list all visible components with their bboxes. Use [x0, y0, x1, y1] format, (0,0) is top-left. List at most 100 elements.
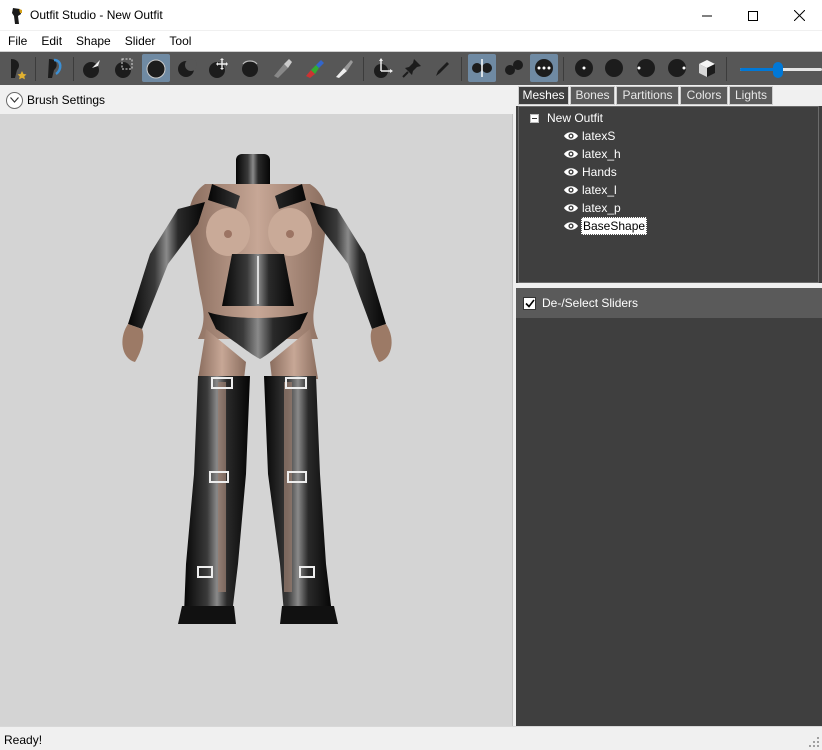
- deflate-tool[interactable]: [172, 54, 200, 82]
- outfit-model-figure: [122, 154, 392, 624]
- mesh-item-label: latex_h: [582, 147, 621, 161]
- cube-icon: [699, 60, 715, 77]
- mesh-item-label: latex_l: [582, 183, 617, 197]
- view-right-button[interactable]: [663, 54, 691, 82]
- tab-bones[interactable]: Bones: [570, 86, 615, 105]
- connected-toggle[interactable]: [500, 54, 528, 82]
- inflate-tool[interactable]: [142, 54, 170, 82]
- view-front-icon: [575, 59, 593, 77]
- color-paint-icon: [306, 60, 324, 78]
- pen-icon: [436, 62, 449, 76]
- tab-colors[interactable]: Colors: [680, 86, 728, 105]
- visibility-eye-icon[interactable]: [563, 148, 579, 160]
- right-panel: Meshes Bones Partitions Colors Lights Ne…: [516, 86, 822, 726]
- visibility-eye-icon[interactable]: [563, 166, 579, 178]
- pen-tool[interactable]: [428, 54, 456, 82]
- minimize-icon: [702, 15, 712, 16]
- window-title: Outfit Studio - New Outfit: [30, 8, 163, 22]
- status-text: Ready!: [4, 733, 43, 747]
- brush-size-slider[interactable]: [740, 62, 822, 78]
- resize-grip-icon[interactable]: [808, 736, 820, 748]
- mesh-tree[interactable]: New Outfit latexS latex_h Hands latex_l …: [518, 106, 819, 283]
- mirror-icon: [472, 59, 492, 77]
- inflate-icon: [146, 59, 166, 79]
- outfit-studio-logo-icon: [12, 8, 22, 24]
- view-back-icon: [605, 59, 623, 77]
- weight-tool[interactable]: [268, 54, 296, 82]
- move-tool[interactable]: [204, 54, 232, 82]
- alpha-tool[interactable]: [330, 54, 358, 82]
- transform-brush-tool[interactable]: [40, 54, 68, 82]
- visibility-eye-icon[interactable]: [563, 184, 579, 196]
- brush-size-slider-thumb[interactable]: [773, 62, 783, 78]
- smooth-tool[interactable]: [236, 54, 264, 82]
- brush-settings-label: Brush Settings: [27, 93, 106, 107]
- tab-meshes[interactable]: Meshes: [518, 86, 569, 105]
- mesh-item-label: BaseShape: [581, 217, 648, 235]
- menu-shape[interactable]: Shape: [69, 31, 118, 51]
- mesh-item-label: Hands: [582, 165, 617, 179]
- maximize-button[interactable]: [730, 0, 776, 31]
- brush-settings-header[interactable]: Brush Settings: [0, 86, 513, 114]
- pivot-tool[interactable]: [398, 54, 426, 82]
- mesh-item[interactable]: latex_l: [563, 181, 618, 199]
- brush-star-icon: [11, 59, 27, 80]
- deflate-icon: [178, 59, 197, 77]
- transform-tool[interactable]: [368, 54, 396, 82]
- select-brush-tool[interactable]: [3, 54, 31, 82]
- select-sliders-checkbox[interactable]: [523, 296, 536, 310]
- menu-file[interactable]: File: [0, 31, 34, 51]
- vertex-toggle[interactable]: [530, 54, 558, 82]
- visibility-eye-icon[interactable]: [563, 220, 579, 232]
- menu-tool[interactable]: Tool: [162, 31, 198, 51]
- view-left-icon: [637, 59, 655, 77]
- tab-partitions[interactable]: Partitions: [616, 86, 679, 105]
- menu-bar: File Edit Shape Slider Tool: [0, 31, 822, 51]
- view-back-button[interactable]: [600, 54, 628, 82]
- axes-transform-icon: [374, 58, 393, 78]
- select-sliders-label: De-/Select Sliders: [542, 296, 639, 310]
- sliders-list[interactable]: [516, 318, 822, 726]
- sliders-header: De-/Select Sliders: [516, 288, 822, 318]
- collapse-toggle[interactable]: [530, 113, 539, 123]
- view-front-button[interactable]: [570, 54, 598, 82]
- connected-icon: [505, 60, 523, 75]
- tab-lights[interactable]: Lights: [729, 86, 773, 105]
- x-mirror-toggle[interactable]: [468, 54, 496, 82]
- close-button[interactable]: [776, 0, 822, 31]
- mesh-item[interactable]: latex_p: [563, 199, 622, 217]
- visibility-eye-icon[interactable]: [563, 130, 579, 142]
- mesh-item-label: latex_p: [582, 201, 621, 215]
- checkmark-icon: [524, 299, 535, 308]
- smooth-icon: [242, 60, 258, 77]
- mask-tool[interactable]: [110, 54, 138, 82]
- view-right-icon: [668, 59, 686, 77]
- brush-curve-icon: [48, 58, 62, 78]
- maximize-icon: [748, 10, 758, 21]
- tab-bar: Meshes Bones Partitions Colors Lights: [516, 86, 822, 106]
- mesh-item[interactable]: latexS: [563, 127, 616, 145]
- mesh-item-selected[interactable]: BaseShape: [563, 217, 648, 235]
- mesh-item[interactable]: Hands: [563, 163, 618, 181]
- vertex-dots-icon: [535, 59, 553, 77]
- menu-slider[interactable]: Slider: [118, 31, 163, 51]
- color-tool[interactable]: [300, 54, 328, 82]
- push-tool[interactable]: [78, 54, 106, 82]
- move-arrows-icon: [209, 58, 228, 78]
- tree-root-label: New Outfit: [547, 111, 604, 125]
- tree-root[interactable]: New Outfit: [530, 110, 603, 126]
- visibility-eye-icon[interactable]: [563, 202, 579, 214]
- pin-icon: [402, 59, 421, 78]
- alpha-brush-icon: [336, 60, 353, 78]
- view-perspective-button[interactable]: [693, 54, 721, 82]
- view-left-button[interactable]: [632, 54, 660, 82]
- minimize-button[interactable]: [684, 0, 730, 31]
- close-icon: [793, 10, 805, 21]
- expand-button[interactable]: [6, 91, 23, 109]
- mesh-item[interactable]: latex_h: [563, 145, 622, 163]
- title-bar: Outfit Studio - New Outfit: [0, 0, 822, 31]
- 3d-viewport[interactable]: [0, 114, 513, 726]
- weight-paint-icon: [274, 59, 292, 78]
- menu-edit[interactable]: Edit: [34, 31, 69, 51]
- chevron-down-icon: [10, 97, 19, 103]
